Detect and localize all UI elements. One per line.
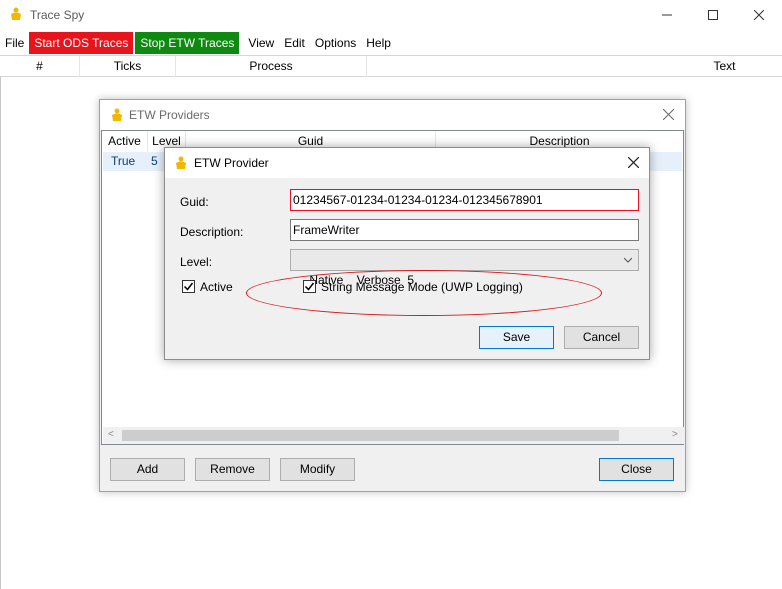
- menu-options[interactable]: Options: [310, 32, 361, 54]
- active-label: Active: [200, 280, 233, 294]
- cancel-button[interactable]: Cancel: [564, 326, 639, 349]
- minimize-button[interactable]: [644, 0, 690, 30]
- description-label: Description:: [180, 225, 244, 239]
- etw-provider-title-bar: ETW Provider: [165, 148, 649, 178]
- horizontal-scrollbar[interactable]: < >: [103, 427, 684, 444]
- menu-view[interactable]: View: [243, 32, 279, 54]
- row-active-value: True: [111, 154, 136, 168]
- scroll-right-icon[interactable]: >: [672, 429, 678, 440]
- close-icon[interactable]: [628, 157, 639, 168]
- etw-provider-title: ETW Provider: [194, 156, 269, 170]
- level-label: Level:: [180, 255, 213, 269]
- save-button[interactable]: Save: [479, 326, 554, 349]
- etw-providers-title-bar: ETW Providers: [100, 100, 685, 130]
- guid-label: Guid:: [180, 195, 209, 209]
- checkmark-icon: [183, 282, 194, 291]
- modify-button[interactable]: Modify: [280, 458, 355, 481]
- app-icon: [176, 156, 186, 169]
- column-header-text[interactable]: Text: [367, 56, 782, 77]
- etw-provider-dialog: ETW Provider Guid: 01234567-01234-01234-…: [164, 147, 650, 360]
- close-dialog-button[interactable]: Close: [599, 458, 674, 481]
- menu-start-ods-traces[interactable]: Start ODS Traces: [29, 32, 134, 54]
- scrollbar-thumb[interactable]: [122, 430, 619, 441]
- close-icon: [754, 10, 764, 20]
- add-button[interactable]: Add: [110, 458, 185, 481]
- menu-file[interactable]: File: [0, 32, 29, 54]
- remove-button[interactable]: Remove: [195, 458, 270, 481]
- app-icon: [11, 7, 21, 20]
- title-bar: Trace Spy: [0, 0, 782, 30]
- maximize-icon: [708, 10, 718, 20]
- highlight-ellipse: [246, 270, 602, 316]
- column-header-process[interactable]: Process: [176, 56, 367, 77]
- close-button[interactable]: [736, 0, 782, 30]
- column-header-active[interactable]: Active: [102, 131, 148, 151]
- guid-input[interactable]: 01234567-01234-01234-01234-012345678901: [290, 189, 639, 211]
- menu-edit[interactable]: Edit: [279, 32, 310, 54]
- window-left-border: [0, 77, 1, 589]
- active-checkbox[interactable]: [182, 280, 195, 293]
- window-title: Trace Spy: [30, 8, 85, 22]
- maximize-button[interactable]: [690, 0, 736, 30]
- menu-bar: File Start ODS Traces Stop ETW Traces Vi…: [0, 32, 782, 54]
- scroll-left-icon[interactable]: <: [108, 429, 114, 440]
- description-input[interactable]: FrameWriter: [290, 219, 639, 241]
- column-header-number[interactable]: #: [0, 56, 80, 77]
- level-select[interactable]: Native Verbose 5: [290, 249, 639, 287]
- minimize-icon: [662, 14, 672, 16]
- close-icon[interactable]: [663, 109, 674, 120]
- etw-providers-title: ETW Providers: [129, 108, 210, 122]
- menu-help[interactable]: Help: [361, 32, 396, 54]
- trace-grid-header: # Ticks Process Text: [0, 55, 782, 77]
- app-icon: [112, 108, 122, 121]
- column-header-ticks[interactable]: Ticks: [80, 56, 176, 77]
- chevron-down-icon: [624, 257, 632, 263]
- menu-stop-etw-traces[interactable]: Stop ETW Traces: [135, 32, 240, 54]
- row-level-value: 5: [151, 154, 158, 168]
